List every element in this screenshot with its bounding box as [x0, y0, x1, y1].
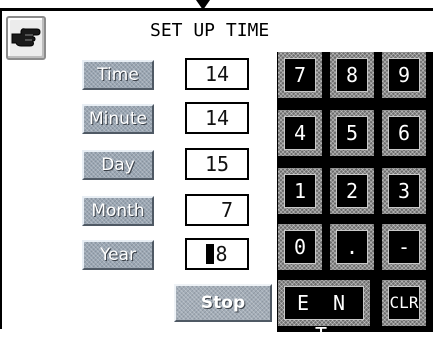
month-label-button[interactable]: Month — [82, 196, 154, 226]
down-triangle-icon — [196, 0, 210, 10]
numeric-keypad: 7 8 9 4 5 6 1 2 3 0 . - E N T CLR — [277, 52, 433, 347]
minute-label-button[interactable]: Minute — [82, 104, 154, 134]
key-4[interactable]: 4 — [278, 110, 322, 156]
key-8[interactable]: 8 — [330, 52, 374, 98]
back-button[interactable] — [6, 16, 46, 60]
hand-pointer-icon — [11, 28, 41, 47]
key-minus[interactable]: - — [382, 224, 426, 270]
year-label-button[interactable]: Year — [82, 240, 154, 270]
year-value-field[interactable]: 8 — [185, 238, 249, 270]
enter-key[interactable]: E N T — [278, 280, 370, 347]
stop-button[interactable]: Stop — [174, 284, 272, 322]
key-2[interactable]: 2 — [330, 168, 374, 214]
key-3[interactable]: 3 — [382, 168, 426, 214]
text-cursor — [206, 244, 215, 264]
key-9[interactable]: 9 — [382, 52, 426, 98]
key-7[interactable]: 7 — [278, 52, 322, 98]
clear-key[interactable]: CLR — [382, 280, 426, 326]
year-value-text: 8 — [215, 242, 228, 266]
page-title: SET UP TIME — [150, 20, 270, 41]
key-1[interactable]: 1 — [278, 168, 322, 214]
key-6[interactable]: 6 — [382, 110, 426, 156]
month-value-field[interactable]: 7 — [185, 194, 249, 226]
day-label-button[interactable]: Day — [82, 150, 154, 180]
top-frame-line — [0, 8, 433, 11]
key-0[interactable]: 0 — [278, 224, 322, 270]
key-5[interactable]: 5 — [330, 110, 374, 156]
minute-value-field[interactable]: 14 — [185, 102, 249, 134]
day-value-field[interactable]: 15 — [185, 148, 249, 180]
left-frame-line — [0, 8, 2, 329]
time-label-button[interactable]: Time — [82, 60, 154, 90]
key-decimal-point[interactable]: . — [330, 224, 374, 270]
month-value-text: 7 — [220, 198, 233, 222]
time-value-field[interactable]: 14 — [185, 58, 249, 90]
